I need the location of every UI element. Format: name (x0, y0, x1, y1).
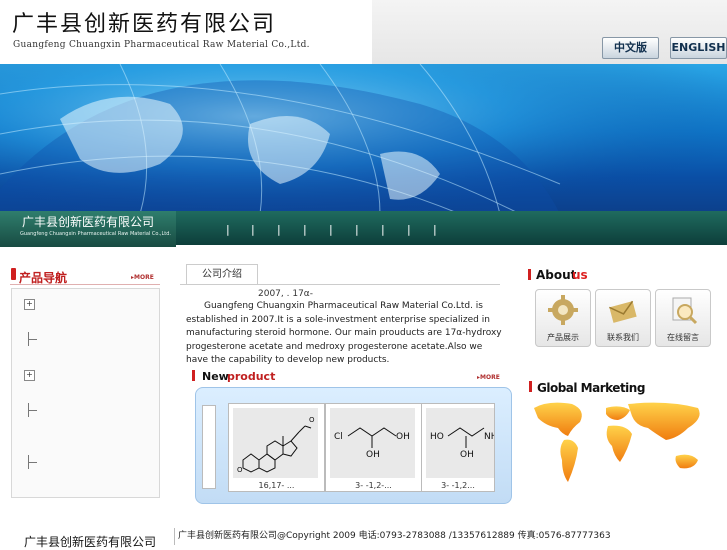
steroid-structure-icon: O O (233, 408, 318, 478)
site-subtitle: Guangfeng Chuangxin Pharmaceutical Raw M… (13, 40, 310, 50)
global-marketing-title: Global Marketing (537, 381, 645, 395)
product-label: 3- -1,2-... (355, 481, 392, 490)
more-label: MORE (480, 374, 500, 381)
world-map (528, 398, 716, 490)
products-showcase-button[interactable]: 产品展示 (535, 289, 591, 347)
footer-copyright: 广丰县创新医药有限公司@Copyright 2009 电话:0793-27830… (178, 531, 611, 541)
tab-underline (180, 284, 500, 285)
nav-separator: | (226, 223, 230, 236)
bullet-icon (192, 370, 195, 381)
chloropropanediol-structure-icon: Cl OH OH (330, 408, 415, 478)
nav-separator: | (355, 223, 359, 236)
nav-separator: | (407, 223, 411, 236)
product-card[interactable]: HO OH NH 3- -1,2... (421, 403, 495, 492)
gear-icon (548, 295, 578, 325)
new-product-title-1: New (202, 370, 229, 383)
nav-logo-subtitle: Guangfeng Chuangxin Pharmaceutical Raw M… (20, 231, 172, 237)
structure-text: OH (366, 450, 380, 460)
structure-text: Cl (334, 432, 343, 442)
nav-logo-title: 广丰县创新医药有限公司 (22, 215, 155, 229)
product-label: 16,17- ... (258, 481, 295, 490)
bullet-icon (11, 268, 16, 280)
product-card[interactable]: Cl OH OH 3- -1,2-... (325, 403, 422, 492)
svg-text:O: O (309, 416, 315, 424)
about-title-1: About (536, 268, 577, 282)
intro-text-line: 2007, . 17α- (258, 289, 313, 299)
contact-us-button[interactable]: 联系我们 (595, 289, 651, 347)
globe-banner (0, 64, 727, 214)
globe-graphic (0, 64, 727, 214)
mail-icon (609, 300, 637, 323)
english-version-button[interactable]: ENGLISH (670, 37, 727, 59)
product-label: 3- -1,2... (441, 481, 475, 490)
aminopropanediol-structure-icon: HO OH NH (426, 408, 494, 478)
more-link[interactable]: ▸MORE (477, 374, 500, 381)
tree-branch-icon (28, 455, 39, 469)
bullet-icon (528, 269, 531, 280)
structure-text: HO (430, 432, 444, 442)
tab-company-intro[interactable]: 公司介绍 (186, 264, 258, 285)
icon-label: 产品展示 (547, 333, 579, 342)
about-title-2: us (572, 268, 588, 282)
structure-text: NH (484, 432, 494, 442)
nav-separator: | (329, 223, 333, 236)
divider (10, 284, 160, 285)
structure-text: OH (460, 450, 474, 460)
online-message-button[interactable]: 在线留言 (655, 289, 711, 347)
carousel-edge (202, 405, 216, 489)
footer-logo: 广丰县创新医药有限公司 (24, 535, 157, 549)
chinese-version-button[interactable]: 中文版 (602, 37, 659, 59)
new-product-title-2: product (227, 370, 276, 383)
nav-separator: | (251, 223, 255, 236)
nav-separator: | (381, 223, 385, 236)
tree-branch-icon (28, 403, 39, 417)
tree-branch-icon (28, 332, 39, 346)
nav-separator: | (433, 223, 437, 236)
more-link[interactable]: ▸MORE (131, 274, 154, 281)
magnifier-icon (672, 297, 698, 325)
expand-plus-icon[interactable]: + (24, 299, 35, 310)
footer-divider (174, 528, 175, 545)
intro-paragraph: Guangfeng Chuangxin Pharmaceutical Raw M… (186, 301, 502, 365)
site-title: 广丰县创新医药有限公司 (12, 12, 277, 37)
nav-separator: | (277, 223, 281, 236)
icon-label: 联系我们 (607, 333, 639, 342)
structure-text: OH (396, 432, 410, 442)
icon-label: 在线留言 (667, 333, 699, 342)
expand-plus-icon[interactable]: + (24, 370, 35, 381)
nav-separator: | (303, 223, 307, 236)
bullet-icon (529, 381, 532, 392)
more-label: MORE (134, 274, 154, 281)
svg-text:O: O (237, 466, 243, 474)
product-card[interactable]: O O 16,17- ... (228, 403, 325, 492)
